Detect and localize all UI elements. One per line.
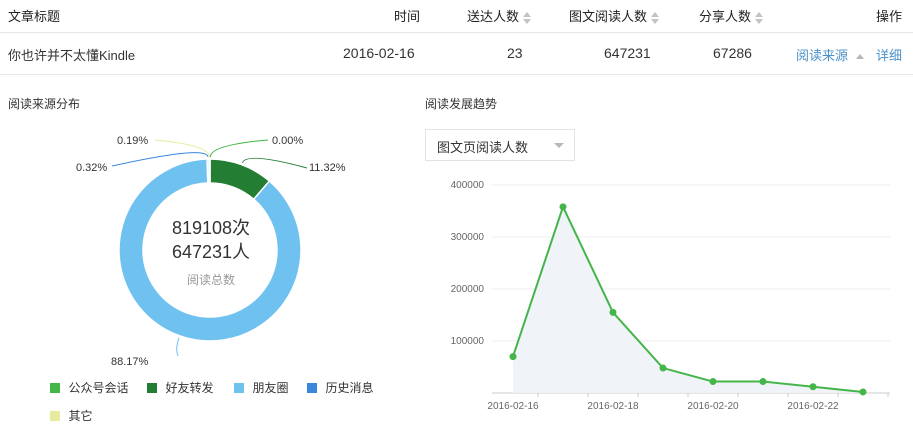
- legend-swatch: [234, 382, 244, 393]
- y-tick-label: 100000: [451, 336, 485, 347]
- pct-label-public: 0.00%: [272, 135, 304, 147]
- header-delivered[interactable]: 送达人数: [467, 6, 532, 25]
- series-area: [513, 206, 863, 393]
- row-title: 你也许并不太懂Kindle: [8, 48, 136, 63]
- header-sharers[interactable]: 分享人数: [699, 6, 764, 25]
- y-tick-label: 200000: [451, 284, 485, 295]
- pct-label-other: 0.19%: [117, 135, 149, 147]
- row-delivered: 23: [507, 45, 523, 61]
- x-tick-label: 2016-02-16: [487, 401, 539, 412]
- legend-label: 其它: [68, 409, 93, 424]
- table-header: 文章标题 时间 送达人数 图文阅读人数 分享人数 操作: [0, 0, 913, 33]
- header-readers-label: 图文阅读人数: [569, 9, 648, 24]
- legend-item-history[interactable]: 历史消息: [307, 379, 373, 397]
- legend-item-moments[interactable]: 朋友圈: [234, 379, 288, 397]
- chevron-down-icon: [554, 143, 564, 148]
- y-tick-label: 400000: [451, 180, 485, 191]
- x-tick-label: 2016-02-20: [687, 401, 739, 412]
- header-delivered-label: 送达人数: [467, 9, 520, 24]
- legend-label: 历史消息: [325, 381, 374, 396]
- leader-public: [209, 139, 269, 158]
- slice-other[interactable]: [208, 158, 211, 184]
- legend-item-friend[interactable]: 好友转发: [147, 379, 213, 397]
- legend-label: 公众号会话: [68, 381, 129, 396]
- header-title: 文章标题: [8, 9, 61, 24]
- metric-select[interactable]: 图文页阅读人数: [425, 129, 575, 161]
- row-readers: 647231: [604, 45, 651, 61]
- legend-swatch: [50, 410, 60, 421]
- x-axis: 2016-02-16 2016-02-18 2016-02-20 2016-02-22: [487, 401, 839, 412]
- header-time: 时间: [394, 9, 421, 24]
- header-readers[interactable]: 图文阅读人数: [569, 6, 660, 25]
- line-chart: 100000200000300000400000 2016-02-16 2016-…: [451, 180, 890, 412]
- legend-item-other[interactable]: 其它: [50, 407, 92, 425]
- total-times: 819108次: [171, 218, 251, 238]
- pct-label-history: 0.32%: [76, 162, 108, 174]
- leader-moments: [176, 337, 180, 357]
- left-panel-title: 阅读来源分布: [8, 97, 81, 111]
- leader-other: [154, 139, 210, 158]
- pct-label-moments: 88.17%: [111, 356, 149, 368]
- y-axis: 100000 200000 300000 400000: [451, 180, 485, 347]
- sort-icon: [755, 11, 764, 24]
- data-point[interactable]: [559, 203, 567, 211]
- pct-label-friend: 11.32%: [309, 162, 346, 174]
- data-point[interactable]: [509, 353, 517, 361]
- reading-source-link[interactable]: 阅读来源: [796, 45, 864, 64]
- data-point[interactable]: [809, 383, 817, 391]
- table-row: 你也许并不太懂Kindle 2016-02-16 23 647231 67286…: [0, 33, 913, 75]
- row-sharers: 67286: [713, 45, 752, 61]
- legend-item-public[interactable]: 公众号会话: [50, 379, 128, 397]
- area: [513, 206, 863, 393]
- data-point[interactable]: [859, 388, 867, 396]
- x-tick-label: 2016-02-22: [787, 401, 839, 412]
- data-point[interactable]: [759, 378, 767, 386]
- caret-up-icon: [855, 54, 864, 60]
- x-tick-label: 2016-02-18: [587, 401, 639, 412]
- header-sharers-label: 分享人数: [699, 9, 752, 24]
- row-time: 2016-02-16: [343, 45, 415, 61]
- metric-select-value: 图文页阅读人数: [437, 140, 529, 155]
- total-caption: 阅读总数: [186, 273, 235, 287]
- data-point[interactable]: [709, 378, 717, 386]
- header-actions: 操作: [876, 9, 903, 24]
- legend-label: 好友转发: [165, 381, 214, 396]
- legend-swatch: [50, 382, 60, 393]
- leader-friend: [241, 157, 308, 169]
- y-tick-label: 300000: [451, 232, 485, 243]
- data-point[interactable]: [659, 364, 667, 372]
- legend-swatch: [147, 382, 157, 393]
- sort-icon: [651, 11, 660, 24]
- legend-label: 朋友圈: [252, 381, 289, 396]
- legend-swatch: [307, 382, 317, 393]
- sort-icon: [523, 11, 532, 24]
- detail-link[interactable]: 详细: [876, 45, 902, 64]
- data-point[interactable]: [609, 308, 617, 316]
- reading-source-label: 阅读来源: [796, 48, 849, 63]
- right-panel-title: 阅读发展趋势: [425, 97, 498, 111]
- total-people: 647231人: [171, 242, 251, 262]
